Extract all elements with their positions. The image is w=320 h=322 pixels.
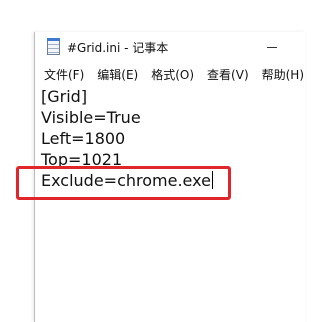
text-line: Left=1800: [41, 129, 126, 148]
menu-edit[interactable]: 编辑(E): [97, 66, 138, 83]
menu-file[interactable]: 文件(F): [44, 66, 84, 83]
menu-format[interactable]: 格式(O): [151, 66, 194, 83]
highlight-annotation-box: [16, 166, 231, 200]
menu-help[interactable]: 帮助(H): [262, 66, 304, 83]
window-title: #Grid.ini - 记事本: [67, 41, 169, 55]
text-editor-area[interactable]: [Grid] Visible=True Left=1800 Top=1021 E…: [35, 86, 305, 322]
menu-view[interactable]: 查看(V): [207, 66, 249, 83]
menu-bar: 文件(F) 编辑(E) 格式(O) 查看(V) 帮助(H): [35, 63, 305, 85]
notepad-icon: [47, 38, 60, 55]
text-line: [Grid]: [41, 87, 88, 106]
minimize-button[interactable]: [263, 32, 303, 62]
text-line: Visible=True: [41, 108, 141, 127]
title-bar[interactable]: #Grid.ini - 记事本: [35, 32, 305, 62]
